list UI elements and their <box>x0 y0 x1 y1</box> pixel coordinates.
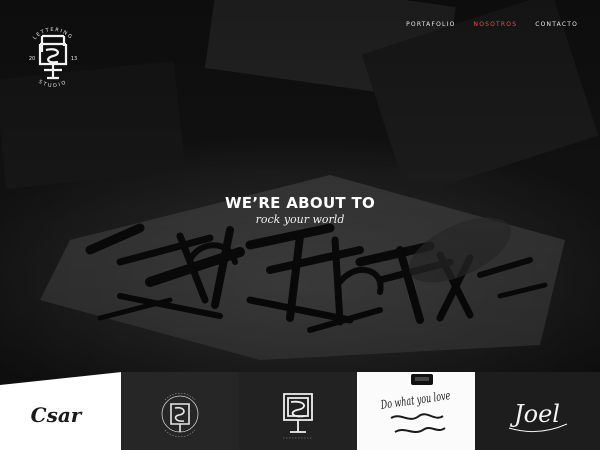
svg-text:Do what you love: Do what you love <box>379 388 451 412</box>
nav-portafolio[interactable]: PORTAFOLIO <box>406 21 455 28</box>
portfolio-thumb-monogram-linework[interactable] <box>239 372 357 450</box>
monogram-linework-icon <box>283 393 313 439</box>
portfolio-thumb-monogram-badge[interactable] <box>121 372 239 450</box>
portfolio-strip: Csar Do what you love Joel <box>0 372 600 450</box>
hero-subtitle: rock your world <box>255 213 345 226</box>
studio-logo[interactable]: LETTERING STUDIO 20 13 <box>18 14 88 102</box>
svg-text:Joel: Joel <box>509 400 560 428</box>
svg-text:Csar: Csar <box>31 403 83 427</box>
nav-nosotros[interactable]: NOSOTROS <box>474 21 518 28</box>
main-nav: PORTAFOLIO NOSOTROS CONTACTO <box>406 21 578 28</box>
nav-contacto[interactable]: CONTACTO <box>535 21 578 28</box>
lettering-card-icon: Do what you love <box>379 374 451 433</box>
csar-logo-icon: Csar <box>31 403 83 427</box>
hero-title: WE’RE ABOUT TO <box>224 194 376 212</box>
logo-year-right: 13 <box>71 56 77 62</box>
logo-bottom-text: STUDIO <box>37 79 68 89</box>
hero-headline: WE’RE ABOUT TO rock your world <box>0 194 600 226</box>
monogram-icon <box>38 34 68 80</box>
logo-year-left: 20 <box>29 56 35 62</box>
monogram-badge-icon <box>161 392 199 438</box>
logo-top-text: LETTERING <box>32 27 74 41</box>
portfolio-thumb-csar[interactable]: Csar <box>0 372 121 450</box>
joel-script-icon: Joel <box>508 400 568 432</box>
page: LETTERING STUDIO 20 13 PORTAFOLIO NOSOTR… <box>0 0 600 450</box>
portfolio-thumb-joel[interactable]: Joel <box>475 372 600 450</box>
portfolio-thumb-do-what-you-love[interactable]: Do what you love <box>357 372 475 450</box>
